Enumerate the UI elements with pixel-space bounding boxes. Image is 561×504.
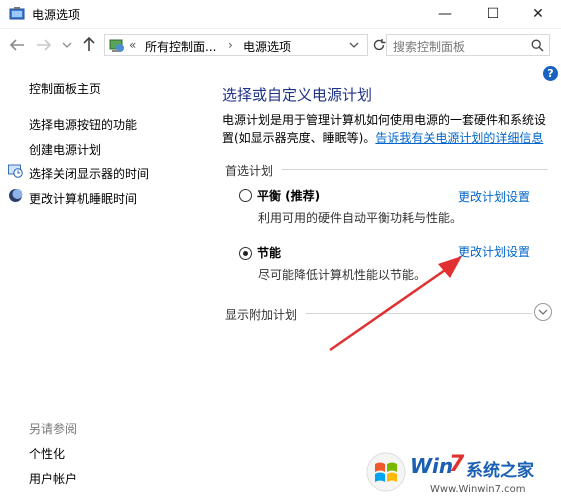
watermark-url: Www.Winwin7.com <box>430 484 526 495</box>
watermark-brand-win: Win <box>410 454 454 478</box>
windows-logo-icon <box>366 452 406 492</box>
annotation-arrow <box>329 256 462 352</box>
watermark-brand-text: 系统之家 <box>466 461 534 481</box>
watermark-logo: Win 7 系统之家 Www.Winwin7.com <box>366 448 556 500</box>
watermark-brand-seven: 7 <box>449 452 465 477</box>
